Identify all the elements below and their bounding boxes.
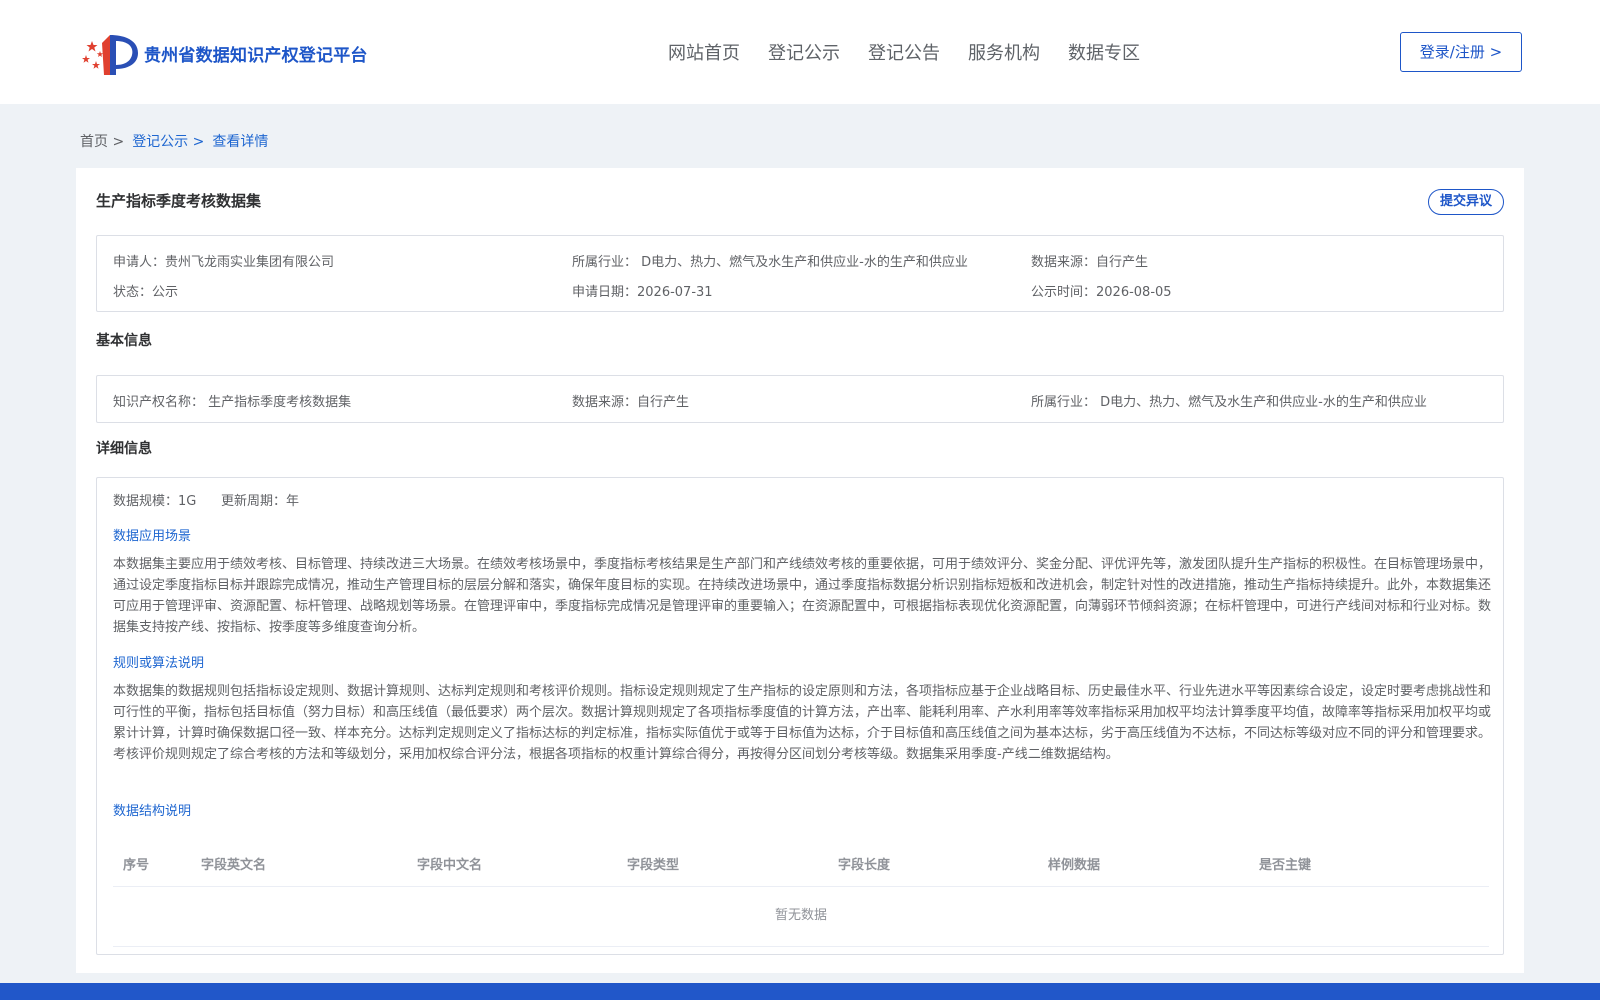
- breadcrumb-home[interactable]: 首页 >: [80, 134, 124, 150]
- breadcrumb: 首页 > 登记公示 > 查看详情: [80, 131, 268, 151]
- application-scenario-text: 本数据集主要应用于绩效考核、目标管理、持续改进三大场景。在绩效考核场景中，季度指…: [113, 557, 1492, 635]
- application-scenario-heading: 数据应用场景: [113, 529, 192, 544]
- table-empty-message: 暂无数据: [113, 886, 1489, 947]
- ip-name-field: 知识产权名称： 生产指标季度考核数据集: [113, 395, 352, 410]
- detail-info-panel: 数据规模：1G 更新周期：年 数据应用场景 本数据集主要应用于绩效考核、目标管理…: [96, 477, 1504, 955]
- detail-card: 生产指标季度考核数据集 提交异议 申请人：贵州飞龙雨实业集团有限公司 所属行业：…: [76, 168, 1524, 973]
- basic-info-panel: 知识产权名称： 生产指标季度考核数据集 数据来源：自行产生 所属行业： D电力、…: [96, 375, 1504, 423]
- column-header-length: 字段长度: [838, 858, 891, 873]
- status-field: 状态：公示: [113, 285, 179, 300]
- column-header-chinese-name: 字段中文名: [417, 858, 483, 873]
- basic-info-heading: 基本信息: [96, 333, 152, 349]
- submit-objection-button[interactable]: 提交异议: [1428, 189, 1504, 215]
- industry-field: 所属行业： D电力、热力、燃气及水生产和供应业-水的生产和供应业: [572, 255, 968, 270]
- rules-heading: 规则或算法说明: [113, 656, 205, 671]
- detail-info-heading: 详细信息: [96, 441, 152, 457]
- nav-home[interactable]: 网站首页: [668, 39, 740, 65]
- login-register-button[interactable]: 登录/注册 >: [1400, 32, 1522, 72]
- column-header-index: 序号: [123, 858, 150, 873]
- platform-logo: [82, 35, 138, 75]
- data-source-field: 数据来源：自行产生: [1031, 255, 1149, 270]
- data-scale-field: 数据规模：1G: [113, 494, 197, 509]
- basic-data-source-field: 数据来源：自行产生: [572, 395, 690, 410]
- basic-industry-field: 所属行业： D电力、热力、燃气及水生产和供应业-水的生产和供应业: [1031, 395, 1427, 410]
- breadcrumb-registration-publicity[interactable]: 登记公示 >: [132, 134, 204, 150]
- publish-time-field: 公示时间：2026-08-05: [1031, 285, 1172, 300]
- rules-text: 本数据集的数据规则包括指标设定规则、数据计算规则、达标判定规则和考核评价规则。指…: [113, 684, 1492, 762]
- applicant-field: 申请人：贵州飞龙雨实业集团有限公司: [113, 255, 335, 270]
- nav-registration-publicity[interactable]: 登记公示: [768, 39, 840, 65]
- column-header-english-name: 字段英文名: [201, 858, 267, 873]
- structure-table-header: 序号 字段英文名 字段中文名 字段类型 字段长度 样例数据 是否主键: [113, 840, 1489, 887]
- data-structure-heading: 数据结构说明: [113, 804, 192, 819]
- nav-service-agencies[interactable]: 服务机构: [968, 39, 1040, 65]
- column-header-type: 字段类型: [627, 858, 680, 873]
- summary-panel: 申请人：贵州飞龙雨实业集团有限公司 所属行业： D电力、热力、燃气及水生产和供应…: [96, 235, 1504, 312]
- site-title: 贵州省数据知识产权登记平台: [144, 46, 368, 66]
- column-header-sample: 样例数据: [1048, 858, 1101, 873]
- top-header: 贵州省数据知识产权登记平台 网站首页 登记公示 登记公告 服务机构 数据专区 登…: [0, 0, 1600, 104]
- nav-registration-announcement[interactable]: 登记公告: [868, 39, 940, 65]
- main-nav: 网站首页 登记公示 登记公告 服务机构 数据专区: [668, 39, 1168, 65]
- apply-date-field: 申请日期：2026-07-31: [572, 285, 713, 300]
- update-cycle-field: 更新周期：年: [221, 494, 300, 509]
- nav-data-zone[interactable]: 数据专区: [1068, 39, 1140, 65]
- page-footer: [0, 983, 1600, 1000]
- dataset-title: 生产指标季度考核数据集: [96, 192, 262, 210]
- breadcrumb-current: 查看详情: [212, 134, 269, 150]
- column-header-primary-key: 是否主键: [1259, 858, 1312, 873]
